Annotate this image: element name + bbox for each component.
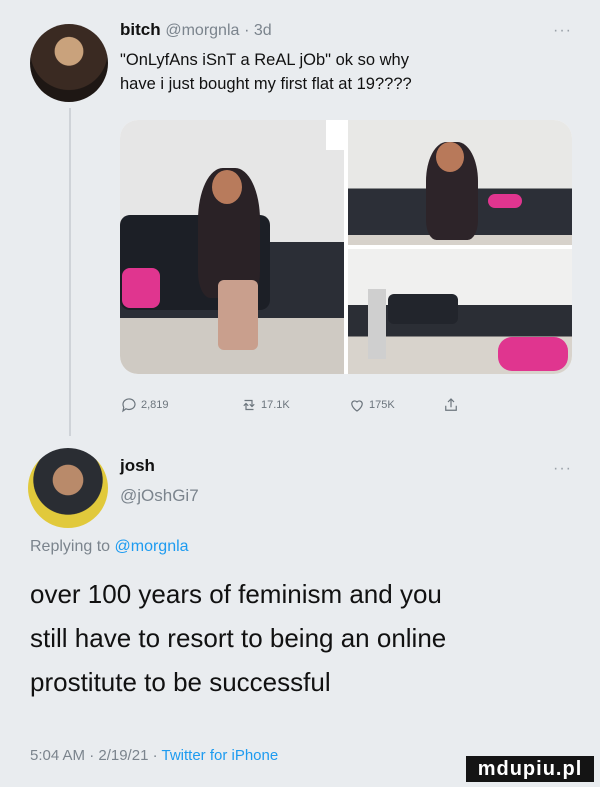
shelf bbox=[368, 289, 386, 359]
tweet-text: "OnLyfAns iSnT a ReAL jOb" ok so why hav… bbox=[120, 48, 550, 96]
tweet-text-line: "OnLyfAns iSnT a ReAL jOb" ok so why bbox=[120, 51, 409, 69]
tweet-author: bitch @morgnla · 3d bbox=[120, 20, 272, 40]
author-name[interactable]: josh bbox=[120, 456, 155, 476]
mention-link[interactable]: @morgnla bbox=[115, 538, 189, 555]
pink-cushion bbox=[488, 194, 522, 208]
retweet-icon bbox=[243, 399, 255, 411]
reply-text-line: over 100 years of feminism and you bbox=[30, 579, 442, 609]
thread-connector-line bbox=[69, 108, 71, 436]
more-options-icon[interactable]: ··· bbox=[553, 22, 572, 40]
share-icon bbox=[445, 398, 457, 411]
pink-cushion bbox=[122, 268, 160, 308]
retweet-count: 17.1K bbox=[261, 399, 290, 411]
pink-chair bbox=[498, 337, 568, 371]
reply-action[interactable]: 2,819 bbox=[120, 396, 169, 414]
photo-living-room[interactable] bbox=[348, 249, 572, 374]
light-fixture bbox=[326, 120, 344, 150]
more-options-icon[interactable]: ··· bbox=[553, 460, 572, 478]
photo-woman-on-sofa[interactable] bbox=[120, 120, 344, 374]
heart-icon bbox=[351, 400, 363, 412]
reply-text-line: prostitute to be successful bbox=[30, 667, 331, 697]
like-action[interactable]: 175K bbox=[348, 396, 395, 414]
share-action[interactable] bbox=[442, 396, 460, 414]
author-name[interactable]: bitch bbox=[120, 20, 161, 39]
tweet-actions: 2,819 17.1K 175K bbox=[120, 396, 560, 420]
avatar[interactable] bbox=[30, 24, 108, 102]
tweet-source[interactable]: Twitter for iPhone bbox=[161, 747, 278, 764]
sofa-shape bbox=[388, 294, 458, 324]
person-head bbox=[436, 142, 464, 172]
tweet-metadata: 5:04 AM · 2/19/21 · Twitter for iPhone bbox=[30, 747, 278, 764]
site-watermark: mdupiu.pl bbox=[466, 756, 594, 782]
replying-to: Replying to @morgnla bbox=[30, 538, 189, 556]
author-handle[interactable]: @jOshGi7 bbox=[120, 486, 199, 506]
like-count: 175K bbox=[369, 399, 395, 411]
reply-count: 2,819 bbox=[141, 399, 169, 411]
tweet-media-grid[interactable] bbox=[120, 120, 572, 374]
reply-text: over 100 years of feminism and you still… bbox=[30, 572, 570, 704]
person-head bbox=[212, 170, 242, 204]
retweet-action[interactable]: 17.1K bbox=[240, 396, 290, 414]
author-handle[interactable]: @morgnla bbox=[165, 22, 239, 39]
avatar[interactable] bbox=[28, 448, 108, 528]
person-legs bbox=[218, 280, 258, 350]
replying-prefix: Replying to bbox=[30, 538, 111, 555]
original-tweet: bitch @morgnla · 3d ··· "OnLyfAns iSnT a… bbox=[0, 0, 600, 440]
tweet-age: · 3d bbox=[244, 22, 272, 39]
reply-text-line: still have to resort to being an online bbox=[30, 623, 447, 653]
photo-woman-on-sofa-2[interactable] bbox=[348, 120, 572, 245]
tweet-text-line: have i just bought my first flat at 19??… bbox=[120, 75, 412, 93]
timestamp[interactable]: 5:04 AM · 2/19/21 · bbox=[30, 747, 158, 764]
reply-icon bbox=[122, 398, 136, 413]
